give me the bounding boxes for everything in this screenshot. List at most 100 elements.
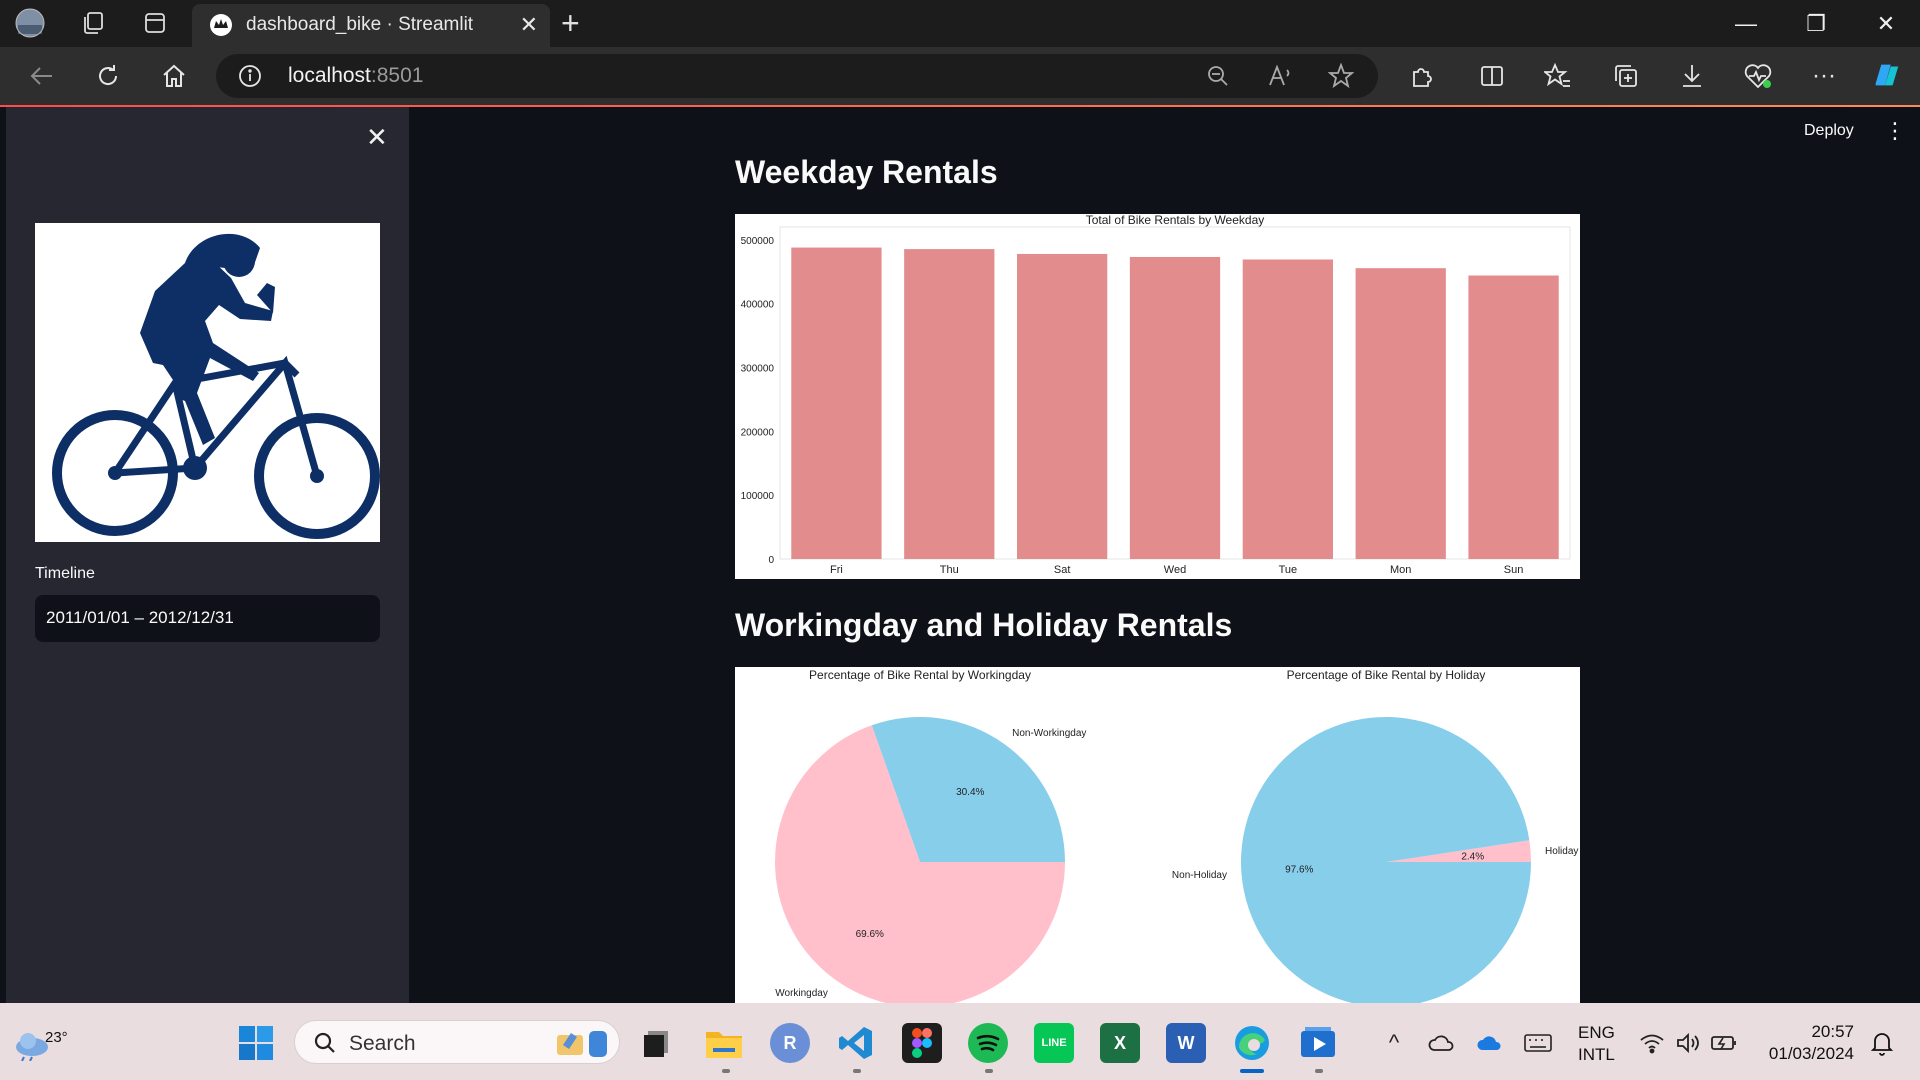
y-tick-label: 500000 <box>741 236 775 247</box>
refresh-icon[interactable] <box>92 60 124 92</box>
browser-nav-bar: localhost:8501 ··· <box>0 47 1920 105</box>
clock-time: 20:57 <box>1811 1022 1854 1041</box>
x-tick-label: Sat <box>1054 564 1071 576</box>
pie-label: Holiday <box>1545 846 1578 857</box>
bar-tue <box>1242 259 1333 559</box>
bar-wed <box>1129 256 1221 559</box>
r-app-icon[interactable]: R <box>770 1023 810 1063</box>
edge-browser-icon[interactable] <box>1232 1023 1272 1063</box>
address-bar[interactable]: localhost:8501 <box>216 54 1378 98</box>
date-range-input[interactable]: 2011/01/01 – 2012/12/31 <box>35 595 380 642</box>
favorites-icon[interactable] <box>1542 60 1574 92</box>
bar-fri <box>791 247 882 559</box>
home-icon[interactable] <box>158 60 190 92</box>
minimize-button[interactable]: — <box>1716 0 1776 47</box>
spotify-running-indicator <box>985 1069 993 1073</box>
tab-dashboard-bike[interactable]: dashboard_bike · Streamlit ✕ <box>192 4 550 47</box>
x-tick-label: Fri <box>830 564 843 576</box>
x-tick-label: Sun <box>1504 564 1524 576</box>
taskbar-search[interactable]: Search <box>294 1020 620 1064</box>
streamlit-crown-icon <box>210 14 232 41</box>
keyboard-layout: INTL <box>1578 1045 1615 1064</box>
new-tab-button[interactable]: + <box>561 6 580 40</box>
file-explorer-icon[interactable] <box>704 1023 744 1063</box>
zoom-out-icon[interactable] <box>1206 64 1230 93</box>
downloads-icon[interactable] <box>1676 60 1708 92</box>
close-window-button[interactable]: ✕ <box>1856 0 1916 47</box>
video-player-icon[interactable] <box>1298 1023 1338 1063</box>
workspaces-icon[interactable] <box>78 8 108 38</box>
pie-label: Workingday <box>775 988 828 999</box>
y-tick-label: 0 <box>768 555 774 566</box>
pie-percent-label: 97.6% <box>1285 865 1313 876</box>
favorite-star-icon[interactable] <box>1327 62 1355 94</box>
x-tick-label: Thu <box>940 564 959 576</box>
tab-close-button[interactable]: ✕ <box>520 13 538 37</box>
back-arrow-icon[interactable] <box>26 60 58 92</box>
wifi-icon[interactable] <box>1632 1023 1672 1063</box>
show-hidden-icons-chevron-icon[interactable]: ^ <box>1374 1023 1414 1063</box>
copilot-icon[interactable] <box>1870 59 1902 91</box>
system-clock[interactable]: 20:57 01/03/2024 <box>1758 1021 1854 1065</box>
start-windows-icon[interactable] <box>236 1023 276 1063</box>
touch-keyboard-icon[interactable] <box>1518 1023 1558 1063</box>
pie-label: Non-Holiday <box>1172 870 1227 881</box>
restore-button[interactable]: ❐ <box>1786 0 1846 47</box>
profile-avatar[interactable] <box>15 8 45 38</box>
language-code: ENG <box>1578 1023 1615 1042</box>
weather-widget[interactable]: 23° <box>12 1013 68 1065</box>
x-tick-label: Wed <box>1164 564 1186 576</box>
main-content: Deploy ⋮ Weekday Rentals Total of Bike R… <box>409 107 1920 1003</box>
notifications-bell-icon[interactable] <box>1862 1023 1902 1063</box>
more-options-icon[interactable]: ··· <box>1808 60 1840 92</box>
extensions-icon[interactable] <box>1406 60 1438 92</box>
excel-icon[interactable]: X <box>1100 1023 1140 1063</box>
pie-title: Percentage of Bike Rental by Workingday <box>809 668 1031 682</box>
vscode-icon[interactable] <box>836 1023 876 1063</box>
y-tick-label: 300000 <box>741 363 775 374</box>
onedrive-personal-icon[interactable] <box>1422 1023 1462 1063</box>
clock-date: 01/03/2024 <box>1768 1044 1854 1063</box>
pie-percent-label: 30.4% <box>956 787 984 798</box>
deploy-button[interactable]: Deploy <box>1804 122 1854 140</box>
timeline-label: Timeline <box>35 565 95 582</box>
weather-temperature: 23° <box>45 1029 68 1046</box>
pie-percent-label: 69.6% <box>856 929 884 940</box>
word-icon[interactable]: W <box>1166 1023 1206 1063</box>
weekday-rentals-heading: Weekday Rentals <box>735 154 998 190</box>
browser-tab-bar: dashboard_bike · Streamlit ✕ + — ❐ ✕ <box>0 0 1920 47</box>
y-tick-label: 100000 <box>741 491 775 502</box>
main-menu-icon[interactable]: ⋮ <box>1884 120 1906 142</box>
bar-chart-title: Total of Bike Rentals by Weekday <box>1086 214 1265 227</box>
pie-chart-svg: Percentage of Bike Rental by Workingday N… <box>775 668 1578 1003</box>
battery-charging-icon[interactable] <box>1704 1023 1744 1063</box>
x-tick-label: Mon <box>1390 564 1411 576</box>
volume-icon[interactable] <box>1668 1023 1708 1063</box>
spotify-icon[interactable] <box>968 1023 1008 1063</box>
edge-active-indicator <box>1240 1069 1264 1073</box>
tab-actions-icon[interactable] <box>140 8 170 38</box>
site-info-icon[interactable] <box>238 64 262 93</box>
search-icon <box>313 1031 337 1060</box>
x-tick-label: Tue <box>1279 564 1298 576</box>
pie-title: Percentage of Bike Rental by Holiday <box>1287 668 1486 682</box>
url-text[interactable]: localhost:8501 <box>288 64 423 88</box>
onedrive-business-icon[interactable] <box>1470 1023 1510 1063</box>
bar-sat <box>1017 253 1108 559</box>
read-aloud-icon[interactable] <box>1268 64 1294 93</box>
y-tick-label: 400000 <box>741 300 775 311</box>
y-tick-label: 200000 <box>741 427 775 438</box>
browser-essentials-icon[interactable] <box>1742 60 1774 92</box>
workingday-holiday-heading: Workingday and Holiday Rentals <box>735 607 1233 643</box>
pie-label: Non-Workingday <box>1012 728 1086 739</box>
collections-icon[interactable] <box>1610 60 1642 92</box>
figma-icon[interactable] <box>902 1023 942 1063</box>
tab-title: dashboard_bike · Streamlit <box>246 14 474 35</box>
line-app-icon[interactable]: LINE <box>1034 1023 1074 1063</box>
task-view-icon[interactable] <box>638 1023 678 1063</box>
input-language[interactable]: ENG INTL <box>1578 1022 1615 1066</box>
sidebar-close-button[interactable]: ✕ <box>366 123 388 151</box>
search-placeholder: Search <box>349 1032 416 1055</box>
bar-sun <box>1468 275 1559 559</box>
split-screen-icon[interactable] <box>1476 60 1508 92</box>
